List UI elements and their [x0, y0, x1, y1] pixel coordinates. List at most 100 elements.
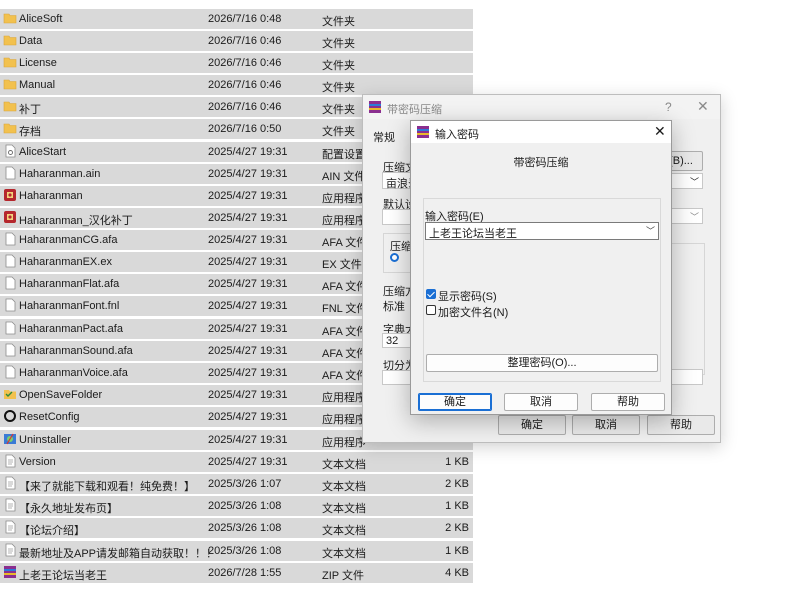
file-date: 2025/4/27 19:31: [208, 300, 288, 312]
encrypt-filenames-checkbox[interactable]: [426, 305, 436, 315]
password-dialog-heading: 带密码压缩: [513, 157, 569, 169]
file-name: License: [19, 57, 57, 69]
organize-passwords-button[interactable]: 整理密码(O)...: [426, 354, 658, 372]
folder-icon: [3, 33, 17, 47]
file-type: 文件夹: [322, 38, 355, 50]
file-name: 补丁: [19, 104, 41, 116]
file-row[interactable]: Version 2025/4/27 19:31 文本文档 1 KB: [0, 452, 473, 472]
file-date: 2025/4/27 19:31: [208, 389, 288, 401]
file-date: 2025/4/27 19:31: [208, 367, 288, 379]
file-name: HaharanmanPact.afa: [19, 323, 123, 335]
file-type: 文件夹: [322, 60, 355, 72]
file-size: 1 KB: [445, 456, 469, 468]
text-file-icon: [3, 543, 17, 557]
chevron-down-icon[interactable]: ﹀: [646, 224, 655, 237]
file-date: 2025/4/27 19:31: [208, 234, 288, 246]
file-name: AliceStart: [19, 146, 67, 158]
text-file-icon: [3, 520, 17, 534]
file-size: 1 KB: [445, 545, 469, 557]
method-value[interactable]: 标准: [383, 298, 405, 314]
file-name: Haharanman: [19, 190, 83, 202]
back-cancel-button[interactable]: 取消: [572, 415, 640, 435]
ok-button[interactable]: 确定: [418, 393, 492, 411]
cancel-button[interactable]: 取消: [504, 393, 578, 411]
file-icon: [3, 321, 17, 335]
file-name: HaharanmanCG.afa: [19, 234, 118, 246]
close-icon[interactable]: ✕: [697, 98, 709, 115]
file-name: HaharanmanEX.ex: [19, 256, 112, 268]
winrar-icon: [369, 101, 381, 113]
file-date: 2025/3/26 1:08: [208, 545, 282, 557]
file-date: 2026/7/28 1:55: [208, 567, 282, 579]
file-type: FNL 文件: [322, 303, 368, 315]
file-row[interactable]: 最新地址及APP请发邮箱自动获取！！！ 2025/3/26 1:08 文本文档 1 K…: [0, 541, 473, 561]
game-app-icon: [3, 210, 17, 224]
file-name: 【永久地址发布页】: [19, 503, 118, 515]
file-row[interactable]: 【永久地址发布页】 2025/3/26 1:08 文本文档 1 KB: [0, 496, 473, 516]
file-row[interactable]: Data 2026/7/16 0:46 文件夹: [0, 31, 473, 51]
chevron-down-icon: ﹀: [689, 177, 699, 187]
format-radio[interactable]: [390, 253, 399, 262]
game-app-icon: [3, 188, 17, 202]
back-ok-button[interactable]: 确定: [498, 415, 566, 435]
help-icon[interactable]: ?: [665, 100, 672, 114]
text-file-icon: [3, 498, 17, 512]
file-name: AliceSoft: [19, 13, 63, 25]
file-name: OpenSaveFolder: [19, 389, 103, 401]
file-date: 2025/4/27 19:31: [208, 411, 288, 423]
password-dialog-header: 带密码压缩: [411, 143, 671, 199]
password-dialog-title: 输入密码: [435, 129, 479, 141]
file-row[interactable]: 上老王论坛当老王 2026/7/28 1:55 ZIP 文件 4 KB: [0, 563, 473, 583]
tab-general[interactable]: 常规: [373, 129, 395, 145]
file-type: 应用程序: [322, 215, 366, 227]
file-date: 2025/4/27 19:31: [208, 256, 288, 268]
file-date: 2025/4/27 19:31: [208, 212, 288, 224]
file-row[interactable]: 【来了就能下载和观看！纯免费！】 2025/3/26 1:07 文本文档 2 KB: [0, 474, 473, 494]
file-name: Manual: [19, 79, 56, 91]
file-type: 文件夹: [322, 126, 355, 138]
file-row[interactable]: 【论坛介绍】 2025/3/26 1:08 文本文档 2 KB: [0, 518, 473, 538]
folder-icon: [3, 77, 17, 91]
winrar-icon: [417, 126, 429, 138]
file-icon: [3, 343, 17, 357]
file-size: 4 KB: [445, 567, 469, 579]
file-type: AFA 文件: [322, 326, 368, 338]
file-row[interactable]: Manual 2026/7/16 0:46 文件夹: [0, 75, 473, 95]
file-name: ResetConfig: [19, 411, 80, 423]
file-name: 【论坛介绍】: [19, 525, 85, 537]
file-type: 应用程序: [322, 414, 366, 426]
folder-icon: [3, 121, 17, 135]
file-size: 1 KB: [445, 500, 469, 512]
folder-icon: [3, 99, 17, 113]
file-date: 2025/4/27 19:31: [208, 190, 288, 202]
enter-password-dialog: 输入密码 ✕ 带密码压缩 输入密码(E) 上老王论坛当老王 ﹀ 显示密码(S) …: [410, 120, 672, 415]
file-row[interactable]: AliceSoft 2026/7/16 0:48 文件夹: [0, 9, 473, 29]
password-dialog-titlebar[interactable]: 输入密码 ✕: [411, 121, 671, 143]
file-date: 2025/4/27 19:31: [208, 168, 288, 180]
file-type: AIN 文件: [322, 171, 366, 183]
file-date: 2025/4/27 19:31: [208, 456, 288, 468]
show-password-checkbox[interactable]: [426, 289, 436, 299]
file-name: Uninstaller: [19, 434, 71, 446]
dictionary-value: 32: [386, 335, 399, 347]
winrar-archive-icon: [3, 565, 17, 579]
help-button[interactable]: 帮助: [591, 393, 665, 411]
file-size: 2 KB: [445, 478, 469, 490]
file-date: 2026/7/16 0:46: [208, 79, 282, 91]
password-input[interactable]: 上老王论坛当老王 ﹀: [425, 222, 659, 240]
file-date: 2025/3/26 1:07: [208, 478, 282, 490]
file-name: Version: [19, 456, 56, 468]
file-date: 2026/7/16 0:46: [208, 101, 282, 113]
file-row[interactable]: License 2026/7/16 0:46 文件夹: [0, 53, 473, 73]
file-type: 文本文档: [322, 503, 366, 515]
file-icon: [3, 276, 17, 290]
close-icon[interactable]: ✕: [654, 123, 666, 140]
show-password-label[interactable]: 显示密码(S): [438, 288, 497, 304]
file-type: AFA 文件: [322, 237, 368, 249]
file-date: 2025/4/27 19:31: [208, 434, 288, 446]
back-help-button[interactable]: 帮助: [647, 415, 715, 435]
compress-dialog-titlebar[interactable]: 带密码压缩 ? ✕: [363, 95, 720, 119]
encrypt-filenames-label[interactable]: 加密文件名(N): [438, 304, 508, 320]
file-date: 2026/7/16 0:50: [208, 123, 282, 135]
chevron-down-icon: ﹀: [689, 212, 699, 222]
